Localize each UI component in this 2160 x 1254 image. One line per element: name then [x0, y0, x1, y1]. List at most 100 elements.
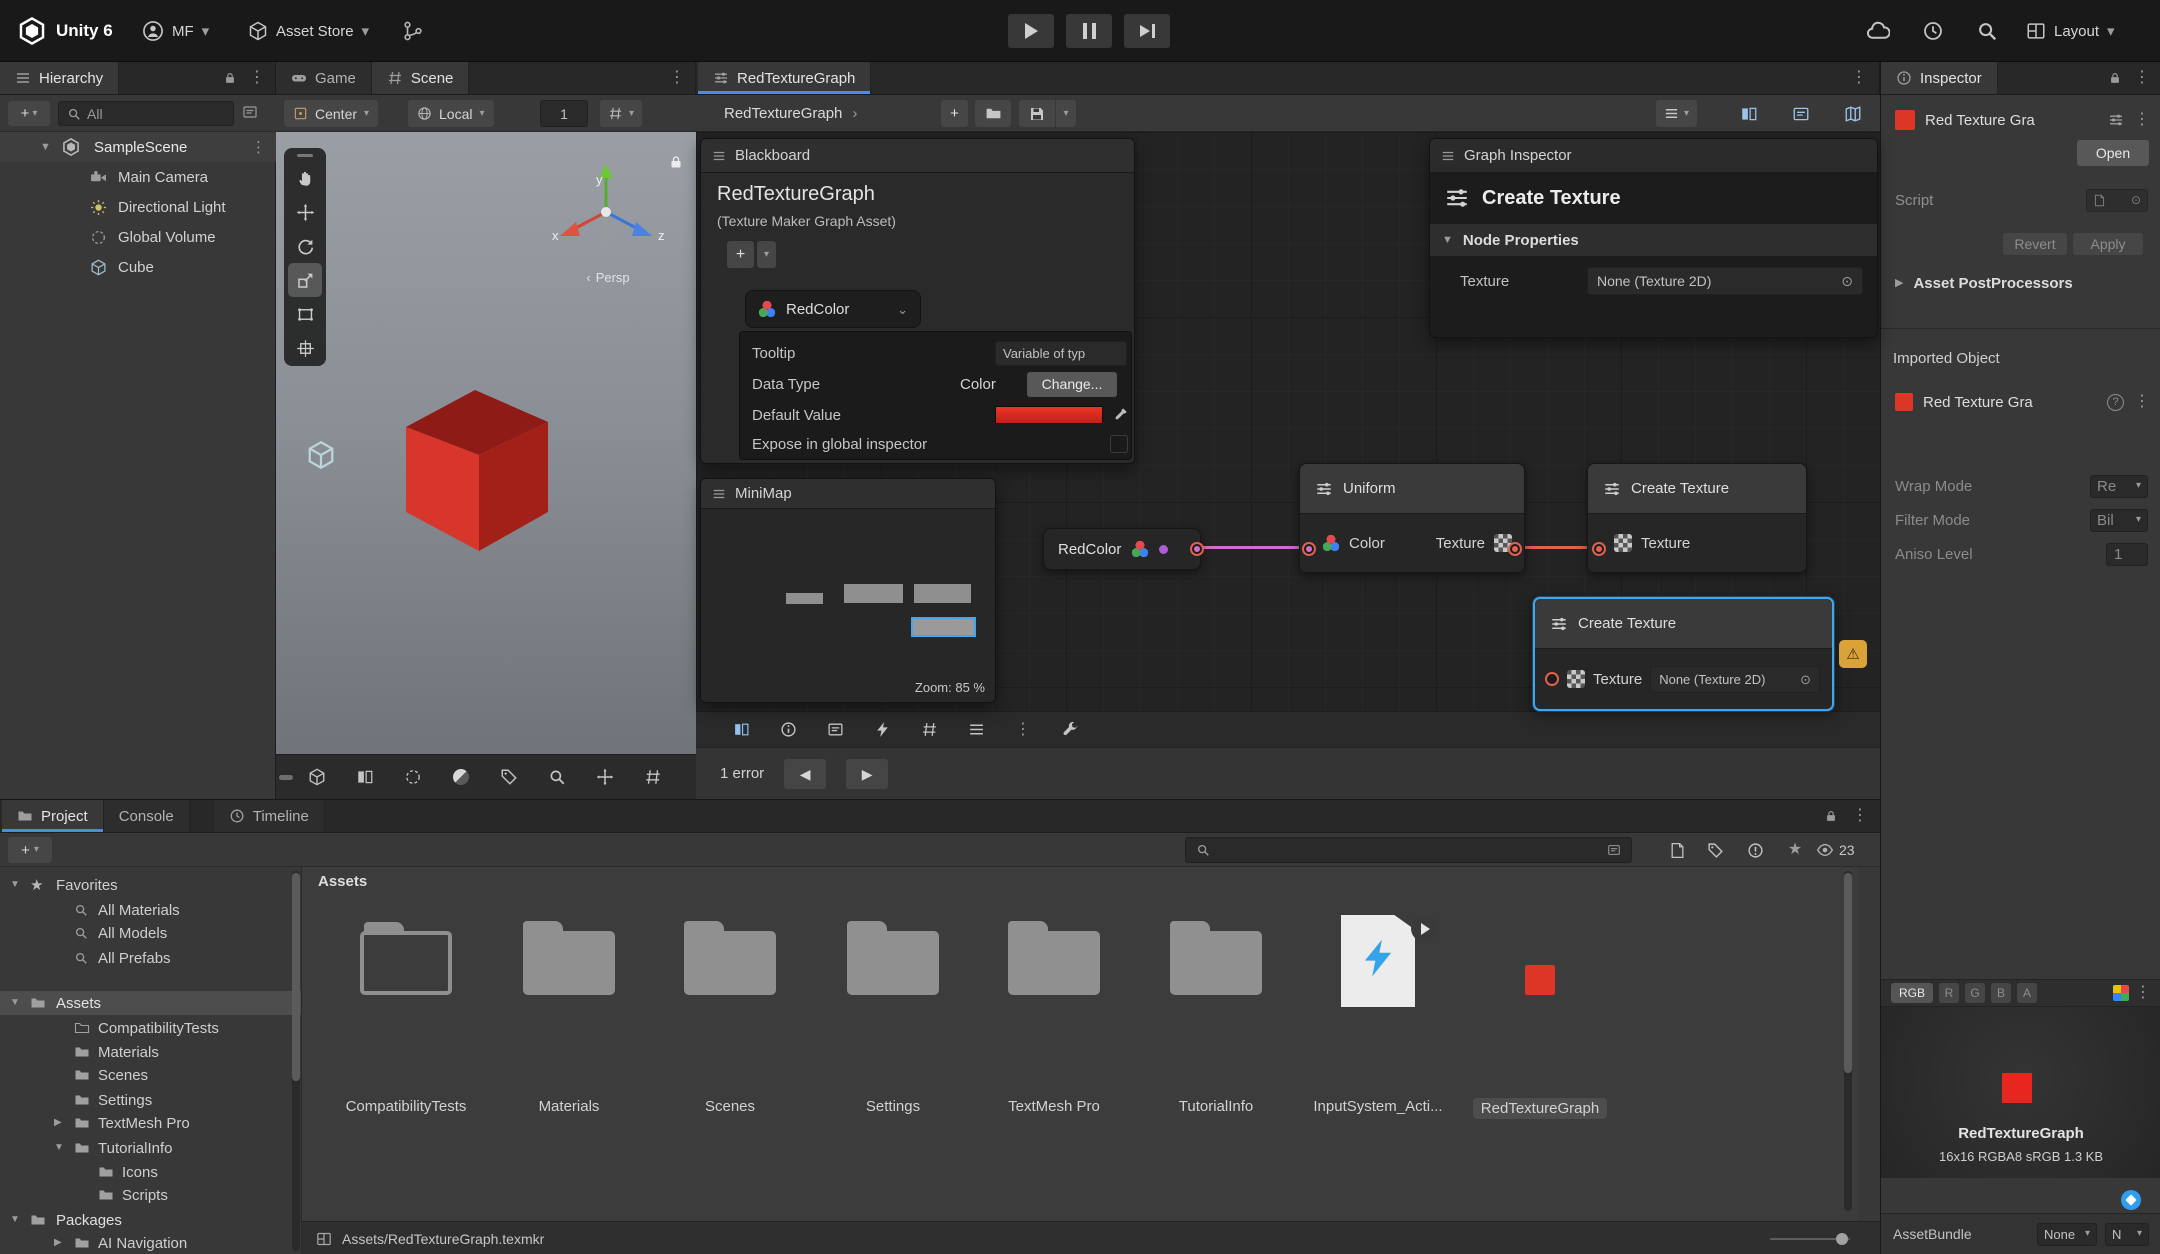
graph-canvas[interactable]: RedColor Uniform Color Texture	[696, 132, 1880, 711]
panel-menu-button[interactable]: ⋮	[1852, 808, 1868, 824]
wireframe-button[interactable]	[398, 762, 428, 792]
hierarchy-item-cube[interactable]: Cube	[0, 252, 276, 282]
kebab-icon[interactable]: ⋮	[2134, 394, 2150, 410]
grid-size-input[interactable]: 1	[540, 100, 588, 127]
toggle-minimap-button[interactable]	[1838, 100, 1868, 127]
filter-mode-dropdown[interactable]: Bil ▾	[2090, 509, 2148, 532]
add-variable-options-button[interactable]: ▾	[757, 241, 776, 268]
search-button[interactable]	[1976, 0, 1998, 62]
play-button[interactable]	[1008, 14, 1054, 48]
favorites-filter-button[interactable]: ★	[1780, 837, 1810, 863]
tree-item-tutorialinfo[interactable]: ▼ TutorialInfo	[0, 1136, 301, 1160]
gizmo-lock-icon[interactable]	[668, 154, 684, 170]
orientation-gizmo[interactable]	[536, 150, 676, 270]
importance-filter-button[interactable]	[1740, 837, 1770, 863]
move-tool-button[interactable]	[288, 195, 322, 229]
thumbnail-zoom-slider[interactable]	[1770, 1238, 1850, 1240]
help-icon[interactable]: ?	[2107, 394, 2124, 411]
tree-item-settings[interactable]: Settings	[0, 1088, 301, 1112]
draw-mode-button[interactable]	[302, 762, 332, 792]
rotate-tool-button[interactable]	[288, 229, 322, 263]
tree-item-all-models[interactable]: All Models	[0, 921, 301, 945]
eyedropper-icon[interactable]	[1112, 406, 1129, 423]
tab-scene[interactable]: Scene	[372, 62, 470, 94]
asset-item-tutorialinfo[interactable]: TutorialInfo	[1141, 907, 1291, 1121]
object-picker-icon[interactable]: ⊙	[1841, 274, 1853, 288]
hidden-count-button[interactable]: 23	[1816, 837, 1855, 863]
cloud-button[interactable]	[1866, 0, 1890, 62]
uniform-input-port[interactable]	[1302, 542, 1316, 556]
breadcrumb[interactable]: RedTextureGraph ›	[724, 95, 857, 132]
pan-button[interactable]	[590, 762, 620, 792]
tree-item-icons[interactable]: Icons	[0, 1160, 301, 1184]
grid-toggle-button[interactable]	[638, 762, 668, 792]
play-badge[interactable]	[1411, 915, 1438, 942]
create-texture-input-port[interactable]	[1592, 542, 1606, 556]
effects-button[interactable]	[494, 762, 524, 792]
tree-item-compatibilitytests[interactable]: CompatibilityTests	[0, 1016, 301, 1040]
slider-knob[interactable]	[1836, 1233, 1848, 1245]
toggle-blackboard-button[interactable]	[1734, 100, 1764, 127]
panel-menu-button[interactable]: ⋮	[249, 70, 265, 86]
history-button[interactable]	[1922, 0, 1944, 62]
script-object-field[interactable]: ⊙	[2086, 189, 2148, 212]
texture-preview[interactable]: RedTextureGraph 16x16 RGBA8 sRGB 1.3 KB	[1881, 1007, 2160, 1178]
graph-view-menu[interactable]: ▾	[1656, 100, 1697, 127]
variant-dropdown[interactable]: N ▾	[2105, 1223, 2149, 1246]
zoom-button[interactable]	[542, 762, 572, 792]
texture-object-field[interactable]: None (Texture 2D) ⊙	[1650, 666, 1820, 693]
edge-color[interactable]	[1201, 546, 1307, 549]
graph-list-button[interactable]	[961, 716, 991, 744]
add-node-button[interactable]: +	[941, 100, 968, 127]
assetbundle-dropdown[interactable]: None ▾	[2037, 1223, 2097, 1246]
asset-postprocessors-foldout[interactable]: ▶ Asset PostProcessors	[1895, 275, 2073, 292]
tab-hierarchy[interactable]: Hierarchy	[0, 62, 119, 94]
tree-item-ai-navigation[interactable]: ▶ AI Navigation	[0, 1231, 301, 1254]
apply-button[interactable]: Apply	[2073, 233, 2143, 255]
presets-icon[interactable]	[2108, 112, 2124, 128]
hierarchy-item-samplescene[interactable]: ▼ SampleScene ⋮	[0, 132, 276, 162]
tree-item-packages[interactable]: ▼ Packages	[0, 1208, 301, 1232]
tab-timeline[interactable]: Timeline	[214, 800, 325, 832]
node-uniform[interactable]: Uniform Color Texture	[1299, 463, 1525, 573]
expose-checkbox[interactable]	[1110, 435, 1128, 453]
tab-console[interactable]: Console	[104, 800, 190, 832]
layout-menu[interactable]: Layout ▾	[2026, 0, 2115, 62]
tree-item-materials[interactable]: Materials	[0, 1040, 301, 1064]
panel-menu-button[interactable]: ⋮	[1851, 70, 1867, 86]
asset-item-materials[interactable]: Materials	[494, 907, 644, 1121]
tree-scrollbar[interactable]	[292, 871, 300, 1251]
tree-item-scripts[interactable]: Scripts	[0, 1183, 301, 1207]
view-cube-icon[interactable]	[306, 440, 336, 470]
tree-item-favorites[interactable]: ▼ ★ Favorites	[0, 873, 301, 897]
asset-item-settings[interactable]: Settings	[818, 907, 968, 1121]
asset-store-menu[interactable]: Asset Store ▾	[248, 0, 369, 62]
search-by-type-button[interactable]	[1662, 837, 1692, 863]
tree-item-scenes[interactable]: Scenes	[0, 1063, 301, 1087]
warning-badge[interactable]: ⚠	[1839, 640, 1867, 668]
object-picker-icon[interactable]: ⊙	[1800, 673, 1811, 686]
asset-item-compatibilitytests[interactable]: CompatibilityTests	[331, 907, 481, 1121]
aniso-level-input[interactable]: 1	[2106, 543, 2148, 566]
blackboard-panel[interactable]: Blackboard RedTextureGraph (Texture Make…	[700, 138, 1135, 464]
graph-grid-button[interactable]	[914, 716, 944, 744]
save-asset-button[interactable]	[1019, 100, 1055, 127]
transform-tool-button[interactable]	[288, 331, 322, 365]
revert-button[interactable]: Revert	[2003, 233, 2067, 255]
drag-handle[interactable]	[297, 154, 313, 157]
tree-item-all-materials[interactable]: All Materials	[0, 898, 301, 922]
content-scrollbar[interactable]	[1844, 871, 1852, 1211]
lock-icon[interactable]	[1824, 809, 1838, 823]
tree-scrollbar-thumb[interactable]	[292, 873, 300, 1081]
wrap-mode-dropdown[interactable]: Re ▾	[2090, 475, 2148, 498]
scene-menu-button[interactable]: ⋮	[251, 140, 266, 155]
node-redcolor[interactable]: RedColor	[1043, 528, 1201, 570]
scrollbar-nub[interactable]	[279, 775, 293, 780]
graph-panels-button[interactable]	[726, 716, 756, 744]
channel-b-button[interactable]: B	[1991, 983, 2011, 1003]
pivot-button[interactable]: Center ▾	[284, 100, 378, 127]
hierarchy-item-directional-light[interactable]: Directional Light	[0, 192, 276, 222]
graph-info-button[interactable]	[773, 716, 803, 744]
toggle-graph-inspector-button[interactable]	[1786, 100, 1816, 127]
create-asset-button[interactable]: + ▾	[8, 837, 52, 863]
